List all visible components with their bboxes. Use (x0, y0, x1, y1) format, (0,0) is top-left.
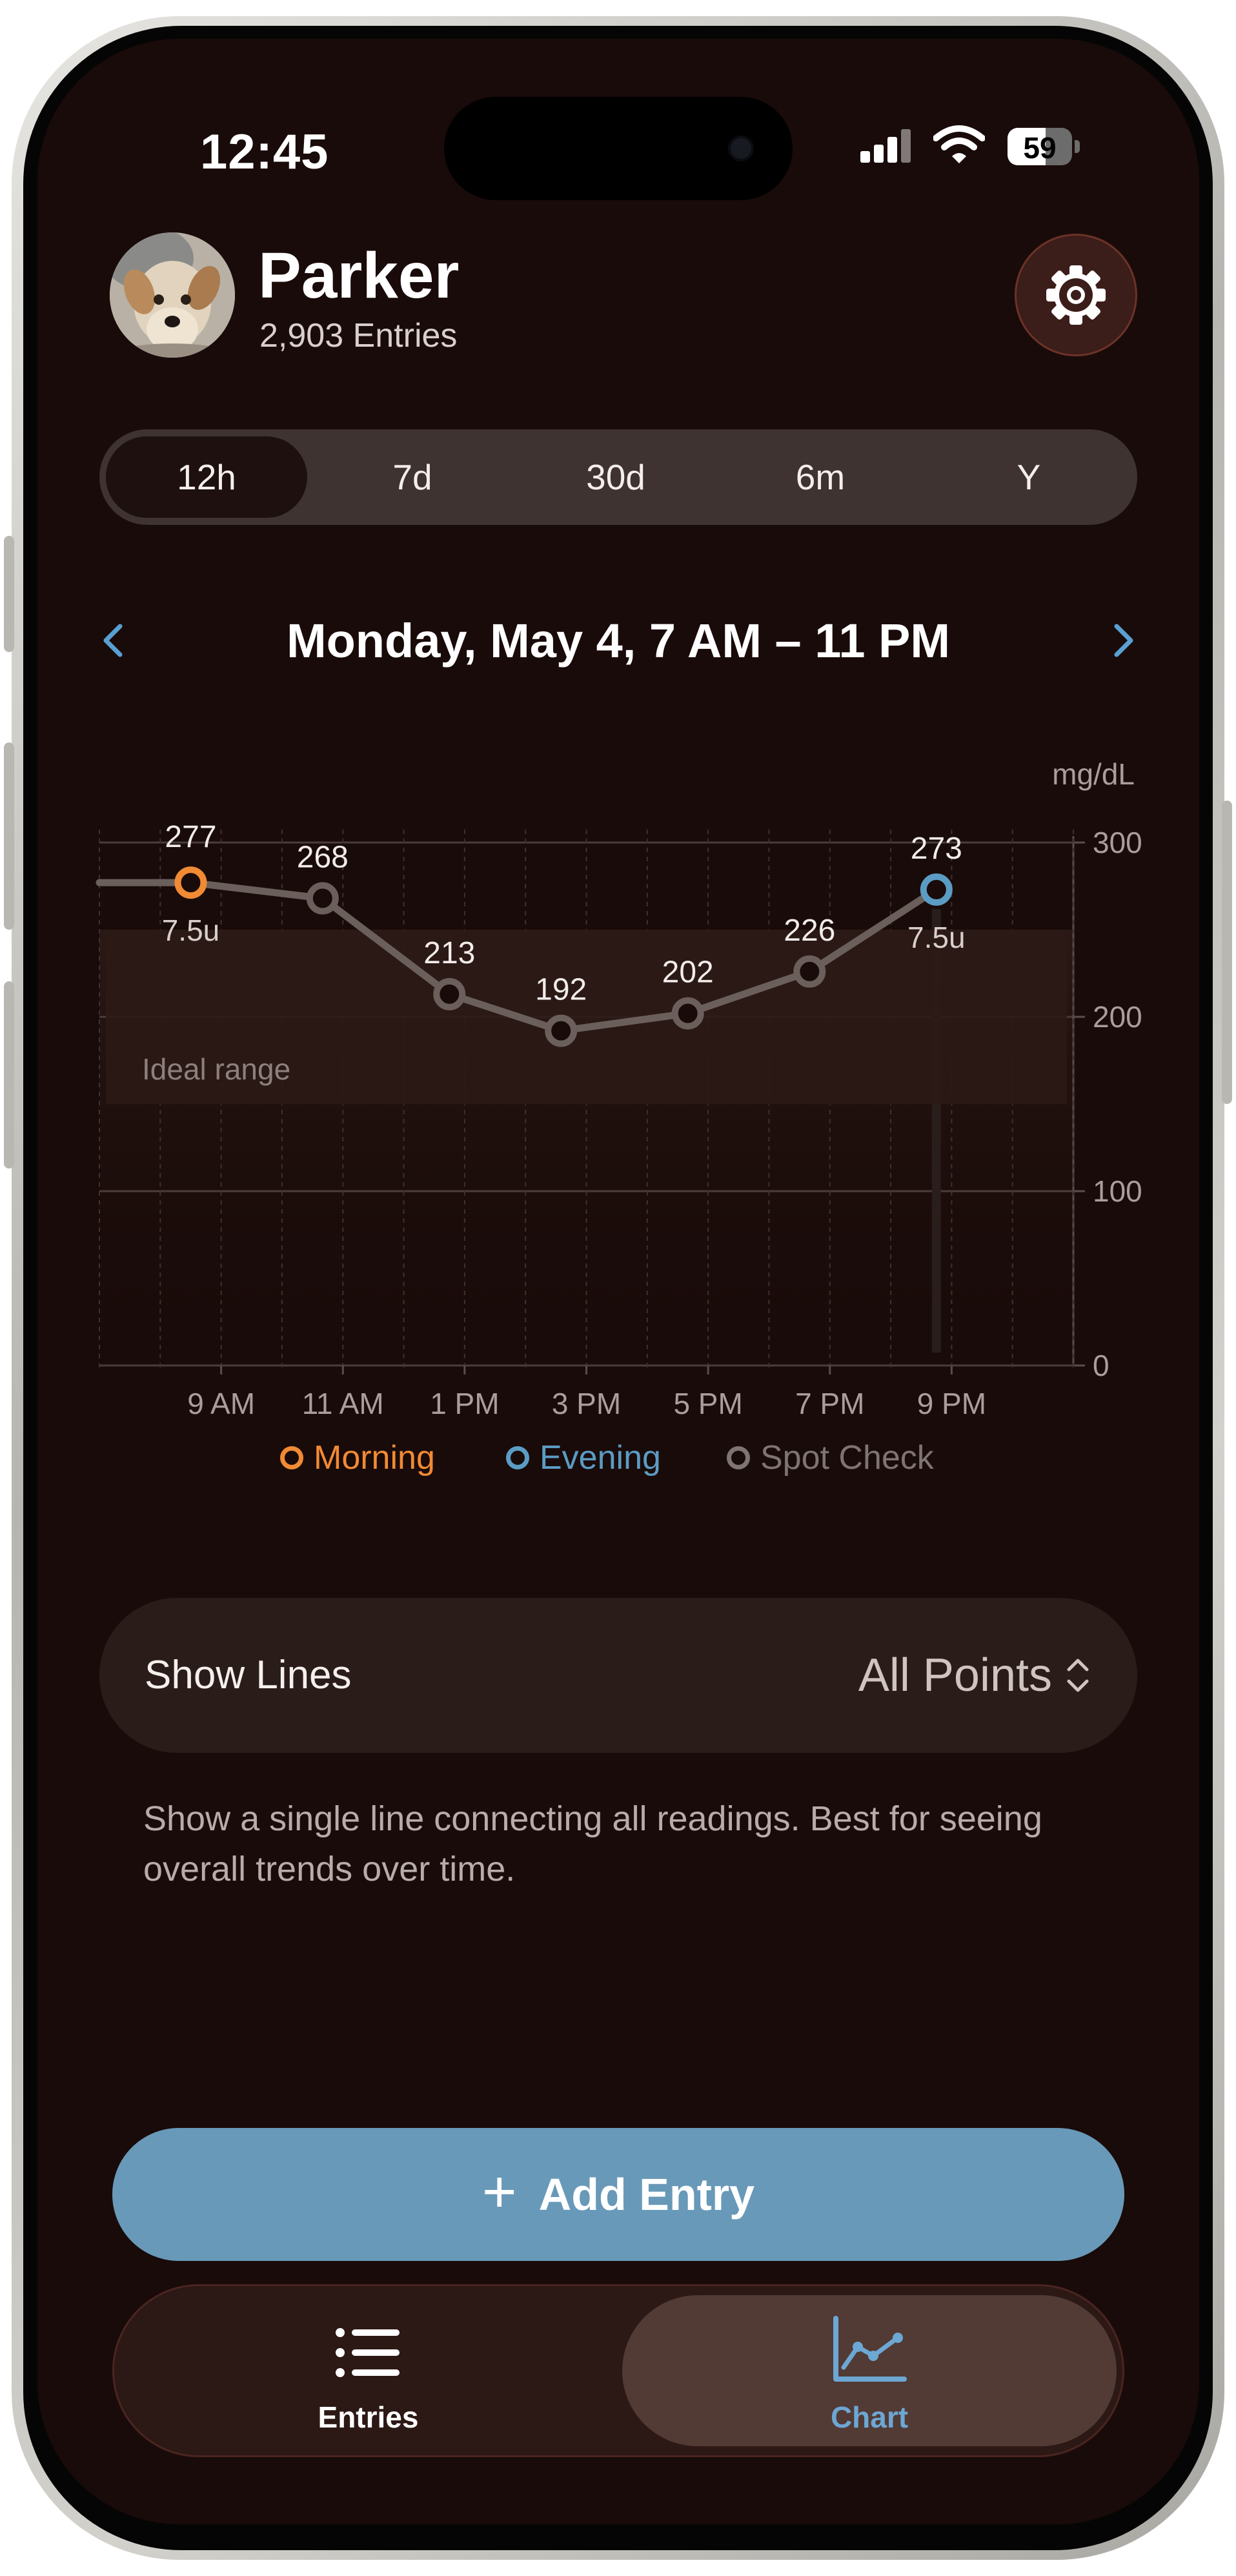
show-lines-picker[interactable]: All Points (858, 1598, 1092, 1753)
x-tick-label: 9 PM (917, 1387, 986, 1420)
legend-evening: Evening (506, 1438, 661, 1477)
legend-evening-label: Evening (540, 1439, 661, 1477)
data-point-evening (920, 873, 953, 906)
add-entry-button[interactable]: + Add Entry (112, 2128, 1124, 2261)
legend-spot-check: Spot Check (727, 1438, 934, 1477)
legend-spot-check-label: Spot Check (760, 1439, 934, 1477)
chevron-left-icon (103, 624, 123, 657)
tab-entries[interactable]: Entries (114, 2286, 622, 2455)
battery-indicator: 59 (1008, 128, 1080, 165)
y-tick-label: 100 (1093, 1174, 1142, 1208)
battery-percent: 59 (1023, 131, 1057, 165)
dose-label: 7.5u (907, 921, 966, 954)
gear-icon (1046, 265, 1106, 325)
entries-count: 2,903 Entries (259, 317, 458, 354)
range-option-7d[interactable]: 7d (312, 429, 512, 525)
ideal-range-label: Ideal range (142, 1052, 290, 1086)
data-label: 192 (535, 973, 587, 1007)
action-button (4, 536, 14, 652)
data-label: 268 (297, 840, 349, 874)
profile-name: Parker (258, 240, 460, 312)
y-axis-unit-label: mg/dL (1052, 757, 1135, 791)
dynamic-island (444, 97, 793, 200)
y-tick-label: 300 (1093, 826, 1142, 859)
data-label: 277 (165, 820, 216, 854)
morning-marker-icon (280, 1446, 303, 1469)
x-tick-label: 3 PM (552, 1387, 621, 1420)
list-icon (336, 2328, 400, 2377)
volume-down-button (4, 981, 14, 1169)
next-period-button[interactable] (1104, 615, 1142, 666)
previous-period-button[interactable] (94, 615, 133, 666)
status-time: 12:45 (200, 125, 329, 179)
app-screen: 12:45 59 Parker 2,903 Entries 12h 7d 30d… (37, 39, 1199, 2524)
data-point-spot-check (306, 882, 339, 915)
data-point-morning (174, 866, 207, 899)
data-label: 273 (911, 832, 962, 866)
data-label: 202 (662, 956, 714, 990)
chevron-up-down-icon (1067, 1659, 1089, 1692)
cellular-signal-icon (860, 129, 912, 163)
avatar[interactable] (110, 232, 235, 358)
show-lines-description: Show a single line connecting all readin… (143, 1799, 1042, 1888)
evening-marker-icon (506, 1446, 529, 1469)
data-point-spot-check (671, 997, 704, 1030)
dog-photo (110, 232, 235, 358)
range-option-12h[interactable]: 12h (106, 429, 307, 525)
x-tick-label: 7 PM (795, 1387, 864, 1420)
range-option-year[interactable]: Y (926, 429, 1132, 525)
data-label: 226 (784, 914, 835, 948)
chevron-right-icon (1114, 624, 1133, 657)
x-tick-label: 5 PM (673, 1387, 742, 1420)
y-tick-label: 200 (1093, 1000, 1142, 1034)
legend-morning-label: Morning (314, 1439, 435, 1477)
settings-button[interactable] (1015, 234, 1137, 356)
show-lines-value: All Points (858, 1650, 1052, 1701)
power-button (1222, 801, 1232, 1104)
add-entry-label: Add Entry (538, 2169, 755, 2220)
range-selector: 12h 7d 30d 6m Y (99, 429, 1137, 525)
tab-chart[interactable]: Chart (622, 2286, 1117, 2455)
x-tick-label: 9 AM (187, 1387, 255, 1420)
volume-up-button (4, 742, 14, 930)
data-point-spot-check (545, 1014, 578, 1047)
legend-morning: Morning (280, 1438, 435, 1477)
y-tick-label: 0 (1093, 1349, 1109, 1382)
data-label: 213 (423, 936, 475, 970)
spot-check-marker-icon (727, 1446, 750, 1469)
camera-icon (728, 136, 754, 161)
tab-chart-label: Chart (830, 2400, 909, 2434)
dose-label: 7.5u (162, 914, 220, 947)
chart-icon (833, 2316, 907, 2382)
data-point-spot-check (433, 977, 466, 1010)
tab-bar: Entries Chart (112, 2284, 1124, 2457)
show-lines-row: Show Lines All Points (99, 1598, 1137, 1753)
range-option-6m[interactable]: 6m (720, 429, 920, 525)
x-tick-label: 11 AM (302, 1387, 384, 1420)
range-option-30d[interactable]: 30d (516, 429, 716, 525)
glucose-chart[interactable]: mg/dL Ideal range 9 AM 11 AM 1 PM 3 PM 5 PM 7… (37, 723, 1199, 1433)
plus-icon: + (481, 2158, 517, 2225)
show-lines-label: Show Lines (145, 1653, 352, 1697)
tab-entries-label: Entries (318, 2400, 419, 2434)
wifi-icon (933, 125, 985, 163)
data-point-spot-check (793, 955, 826, 988)
x-tick-label: 1 PM (430, 1387, 499, 1420)
date-range-title: Monday, May 4, 7 AM – 11 PM (286, 614, 951, 668)
